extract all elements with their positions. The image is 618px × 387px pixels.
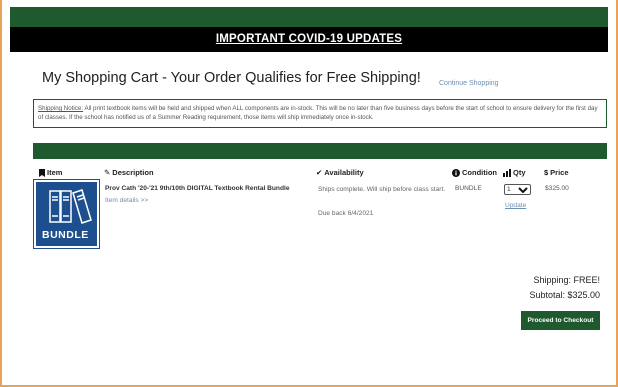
column-header-price: $ Price	[544, 168, 569, 177]
quantity-value: 1	[507, 186, 511, 193]
shipping-notice-label: Shipping Notice:	[38, 105, 84, 112]
site-header-bar	[10, 7, 608, 27]
column-header-condition: Condition	[452, 168, 497, 177]
proceed-to-checkout-button[interactable]: Proceed to Checkout	[521, 311, 600, 330]
cart-header-bar	[33, 143, 607, 159]
column-header-availability: ✔ Availability	[316, 168, 364, 177]
column-header-description-label: Description	[112, 168, 154, 177]
column-header-qty: Qty	[503, 168, 526, 177]
covid-updates-link[interactable]: IMPORTANT COVID-19 UPDATES	[216, 33, 402, 45]
item-due-back: Due back 6/4/2021	[318, 210, 374, 217]
subtotal: Subtotal: $325.00	[529, 290, 600, 300]
column-header-condition-label: Condition	[462, 168, 497, 177]
dollar-icon: $	[544, 168, 549, 177]
bar-chart-icon	[503, 168, 511, 177]
column-header-price-label: Price	[550, 168, 569, 177]
item-condition: BUNDLE	[455, 185, 482, 192]
covid-banner[interactable]: IMPORTANT COVID-19 UPDATES	[10, 27, 608, 52]
column-header-description: ✎ Description	[104, 168, 154, 177]
item-price: $325.00	[545, 185, 569, 192]
update-quantity-link[interactable]: Update	[505, 202, 526, 209]
item-availability: Ships complete. Will ship before class s…	[318, 186, 446, 193]
page-title: My Shopping Cart - Your Order Qualifies …	[42, 70, 421, 86]
chevron-down-icon	[518, 186, 528, 193]
shipping-notice-text: All print textbook items will be held an…	[38, 105, 598, 122]
column-header-item: Item	[39, 168, 62, 177]
column-header-item-label: Item	[47, 168, 63, 177]
shipping-total: Shipping: FREE!	[533, 275, 600, 285]
quantity-select[interactable]: 1	[504, 184, 531, 195]
item-description: Prov Cath '20-'21 9th/10th DIGITAL Textb…	[105, 185, 290, 192]
pencil-icon: ✎	[104, 168, 111, 177]
column-header-availability-label: Availability	[324, 168, 364, 177]
bundle-image-label: BUNDLE	[42, 229, 89, 241]
shipping-notice: Shipping Notice: All print textbook item…	[33, 99, 607, 128]
checkmark-icon: ✔	[316, 168, 323, 177]
bookmark-icon	[39, 168, 45, 177]
item-details-link[interactable]: Item details >>	[105, 197, 148, 204]
bundle-product-image[interactable]: BUNDLE	[33, 179, 100, 249]
column-header-qty-label: Qty	[513, 168, 526, 177]
continue-shopping-link[interactable]: Continue Shopping	[439, 80, 499, 87]
info-icon	[452, 168, 460, 177]
